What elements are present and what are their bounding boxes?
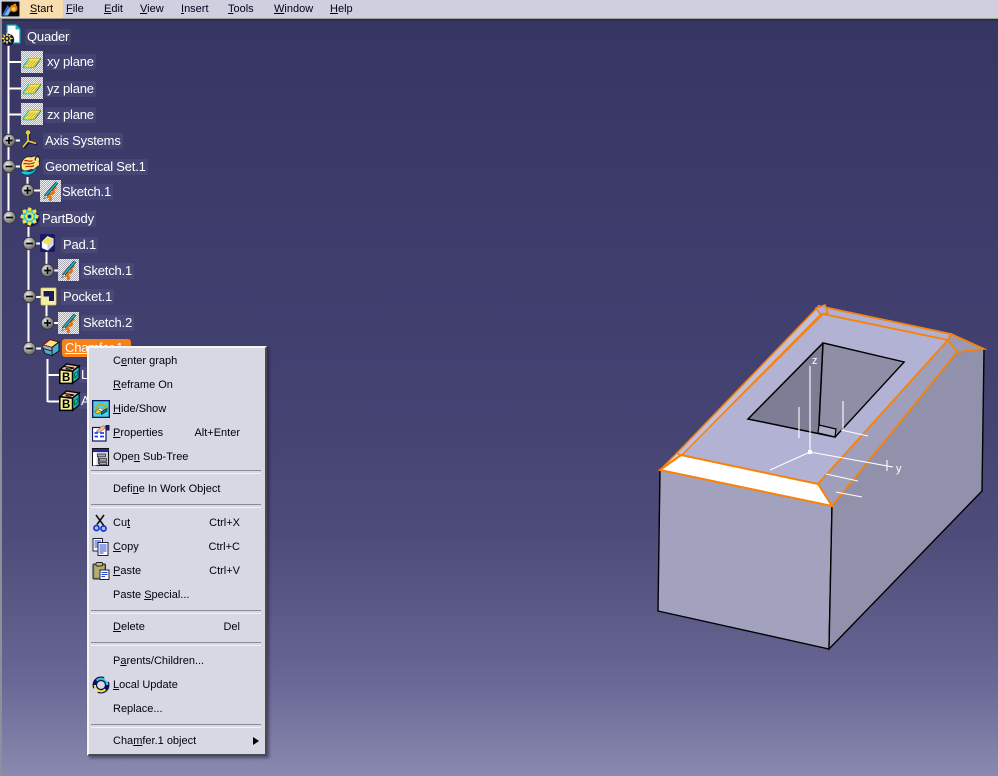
svg-text:y: y xyxy=(896,463,902,475)
svg-text:z: z xyxy=(812,355,818,367)
